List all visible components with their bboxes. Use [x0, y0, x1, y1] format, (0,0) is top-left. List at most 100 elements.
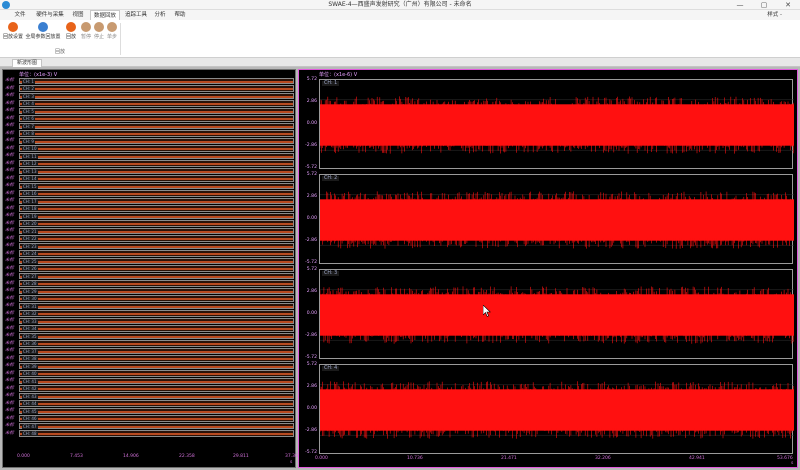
channel-row[interactable]: 未标 CH: 4: [3, 100, 297, 108]
channel-row[interactable]: 未标 CH: 34: [3, 325, 297, 333]
channel-row[interactable]: 未标 CH: 29: [3, 287, 297, 295]
signal-trace: [20, 88, 293, 90]
channel-row[interactable]: 未标 CH: 2: [3, 85, 297, 93]
channel-row[interactable]: 未标 CH: 7: [3, 122, 297, 130]
channel-row[interactable]: 未标 CH: 33: [3, 317, 297, 325]
channel-row[interactable]: 未标 CH: 42: [3, 385, 297, 393]
signal-trace: [20, 283, 293, 285]
playback-settings-button[interactable]: 回放设置: [2, 22, 24, 40]
maximize-button[interactable]: ▢: [752, 0, 776, 10]
channel-y-label: 未标: [5, 385, 14, 391]
channel-row[interactable]: 未标 CH: 43: [3, 392, 297, 400]
menu-item-hardware[interactable]: 硬件与采集: [32, 10, 68, 20]
channel-row[interactable]: 未标 CH: 35: [3, 332, 297, 340]
channel-plot: CH: 40: [19, 370, 294, 377]
waveform-panel-left[interactable]: 单位：(x1e-3) V 未标 CH: 1 未标 CH: 2 未标 CH: 3 未标 CH: …: [2, 69, 301, 468]
channel-row[interactable]: 未标 CH: 36: [3, 340, 297, 348]
channel-row[interactable]: 未标 CH: 30: [3, 295, 297, 303]
channel-plot: CH: 45: [19, 407, 294, 414]
channel-row[interactable]: 未标 CH: 41: [3, 377, 297, 385]
channel-row[interactable]: 未标 CH: 6: [3, 115, 297, 123]
channel-row[interactable]: 未标 CH: 27: [3, 272, 297, 280]
channel-row[interactable]: 未标 CH: 38: [3, 355, 297, 363]
channel-row[interactable]: 未标 CH: 16: [3, 190, 297, 198]
channel-row[interactable]: 未标 CH: 9: [3, 137, 297, 145]
channel-row[interactable]: 未标 CH: 21: [3, 227, 297, 235]
channel-row[interactable]: 未标 CH: 46: [3, 415, 297, 423]
channel-row[interactable]: 未标 CH: 48: [3, 430, 297, 438]
channel-plot: CH: 4: [19, 100, 294, 107]
channel-name: CH: 38: [22, 356, 38, 361]
channel-row[interactable]: 未标 CH: 11: [3, 152, 297, 160]
channel-row[interactable]: 未标 CH: 15: [3, 182, 297, 190]
stop-button[interactable]: 停止: [92, 22, 106, 40]
channel-row[interactable]: 未标 CH: 3: [3, 92, 297, 100]
menu-item-view[interactable]: 视图: [70, 10, 86, 20]
channel-row[interactable]: 未标 CH: 37: [3, 347, 297, 355]
channel-row[interactable]: 未标 CH: 17: [3, 197, 297, 205]
menu-item-tools[interactable]: 追踪工具: [122, 10, 150, 20]
channel-plot: CH: 29: [19, 287, 294, 294]
play-button[interactable]: 回放: [64, 22, 78, 40]
step-button[interactable]: 单步: [105, 22, 119, 40]
global-playback-button[interactable]: 全局参数回放置: [25, 22, 61, 40]
channel-row[interactable]: 未标 CH: 23: [3, 242, 297, 250]
channel-plot: CH: 31: [19, 302, 294, 309]
menu-item-file[interactable]: 文件: [12, 10, 28, 20]
channel-row[interactable]: 未标 CH: 31: [3, 302, 297, 310]
signal-trace: [20, 193, 293, 195]
channel-plot: CH: 33: [19, 317, 294, 324]
channel-row[interactable]: 未标 CH: 18: [3, 205, 297, 213]
channel-y-label: 未标: [5, 153, 14, 158]
channel-y-label: 未标: [5, 100, 14, 106]
close-button[interactable]: ✕: [776, 0, 800, 10]
menu-item-help[interactable]: 帮助: [172, 10, 188, 20]
channel-row[interactable]: 未标 CH: 45: [3, 407, 297, 415]
channel-y-label: 未标: [5, 175, 14, 181]
channel-row[interactable]: 未标 CH: 1: [3, 77, 297, 85]
channel-row[interactable]: 未标 CH: 47: [3, 422, 297, 430]
channel-plot: CH: 6: [19, 115, 294, 122]
channel-row[interactable]: 未标 CH: 32: [3, 310, 297, 318]
signal-trace: [20, 320, 293, 323]
channel-y-label: 未标: [5, 115, 14, 121]
tab-waveform[interactable]: 新波形图: [12, 59, 43, 67]
pause-button[interactable]: 暂停: [79, 22, 93, 40]
channel-row[interactable]: 未标 CH: 5: [3, 107, 297, 115]
channel-plot[interactable]: CH: 1: [319, 79, 794, 169]
channel-row[interactable]: 未标 CH: 8: [3, 130, 297, 138]
menu-item-playback[interactable]: 数据回放: [90, 10, 120, 20]
signal-trace: [20, 410, 293, 413]
channel-row[interactable]: 未标 CH: 24: [3, 250, 297, 258]
channel-name: CH: 40: [22, 371, 38, 376]
channel-row[interactable]: 未标 CH: 39: [3, 362, 297, 370]
channel-plot: CH: 2: [19, 85, 294, 92]
channel-row[interactable]: 未标 CH: 13: [3, 167, 297, 175]
channel-y-label: 未标: [5, 400, 14, 406]
waveform-svg: [320, 286, 794, 344]
channel-plot[interactable]: CH: 4: [319, 364, 794, 454]
menu-item-analysis[interactable]: 分析: [152, 10, 168, 20]
waveform-panel-right[interactable]: 单位：(x1e-6) V CH: 1 5.72 2.86 0.00 -2.86 -5.72…: [298, 69, 798, 468]
channel-row[interactable]: 未标 CH: 20: [3, 220, 297, 228]
channel-row[interactable]: 未标 CH: 10: [3, 145, 297, 153]
channel-row[interactable]: 未标 CH: 12: [3, 160, 297, 168]
channel-row[interactable]: 未标 CH: 40: [3, 370, 297, 378]
channel-row[interactable]: 未标 CH: 14: [3, 175, 297, 183]
channel-name: CH: 2: [322, 176, 340, 181]
channel-name: CH: 46: [22, 416, 38, 421]
channel-row[interactable]: 未标 CH: 25: [3, 257, 297, 265]
channel-name: CH: 10: [22, 146, 38, 151]
style-dropdown[interactable]: 样式 -: [767, 10, 782, 20]
channel-row[interactable]: 未标 CH: 44: [3, 400, 297, 408]
channel-plot[interactable]: CH: 3: [319, 269, 794, 359]
minimize-button[interactable]: —: [728, 0, 752, 10]
channel-row[interactable]: 未标 CH: 28: [3, 280, 297, 288]
channel-row[interactable]: 未标 CH: 19: [3, 212, 297, 220]
channel-row[interactable]: 未标 CH: 22: [3, 235, 297, 243]
channel-row[interactable]: 未标 CH: 26: [3, 265, 297, 273]
channel-name: CH: 23: [22, 243, 38, 249]
channel-name: CH: 26: [22, 266, 38, 271]
signal-trace: [20, 313, 293, 315]
channel-plot[interactable]: CH: 2: [319, 174, 794, 264]
